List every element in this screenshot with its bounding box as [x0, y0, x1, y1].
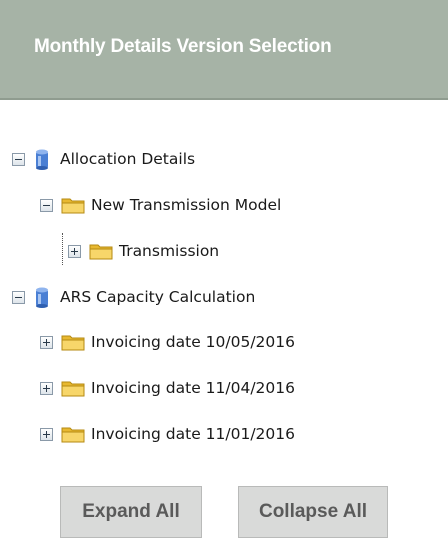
tree-node-label: ARS Capacity Calculation [60, 288, 256, 306]
panel-header: Monthly Details Version Selection [0, 0, 448, 100]
database-icon [36, 287, 48, 308]
tree-node-invoicing-date-2[interactable]: Invoicing date 11/04/2016 [40, 373, 295, 403]
tree-node-new-transmission-model[interactable]: New Transmission Model [40, 190, 281, 220]
collapse-toggle-icon[interactable] [40, 198, 53, 212]
tree-connector-line [62, 233, 63, 265]
tree-node-invoicing-date-1[interactable]: Invoicing date 10/05/2016 [40, 327, 295, 357]
tree-node-label: Allocation Details [60, 150, 196, 168]
database-icon [36, 149, 48, 170]
tree-node-label: Invoicing date 11/04/2016 [91, 379, 295, 397]
tree-node-label: Transmission [119, 242, 220, 260]
tree-node-transmission[interactable]: Transmission [68, 236, 219, 266]
expand-toggle-icon[interactable] [68, 244, 81, 258]
tree-node-label: Invoicing date 10/05/2016 [91, 333, 295, 351]
collapse-all-button[interactable]: Collapse All [238, 486, 388, 538]
expand-toggle-icon[interactable] [40, 381, 53, 395]
collapse-toggle-icon[interactable] [12, 290, 25, 304]
expand-all-button[interactable]: Expand All [60, 486, 202, 538]
tree-node-label: New Transmission Model [91, 196, 282, 214]
tree-node-label: Invoicing date 11/01/2016 [91, 425, 295, 443]
folder-icon [61, 381, 85, 397]
expand-toggle-icon[interactable] [40, 335, 53, 349]
folder-icon [61, 335, 85, 351]
tree-node-invoicing-date-3[interactable]: Invoicing date 11/01/2016 [40, 419, 295, 449]
folder-icon [61, 198, 85, 214]
folder-icon [61, 427, 85, 443]
tree-node-ars-capacity-calculation[interactable]: ARS Capacity Calculation [12, 282, 255, 312]
tree-node-allocation-details[interactable]: Allocation Details [12, 144, 195, 174]
panel-title: Monthly Details Version Selection [34, 36, 332, 57]
folder-icon [89, 244, 113, 260]
expand-toggle-icon[interactable] [40, 427, 53, 441]
collapse-toggle-icon[interactable] [12, 152, 25, 166]
